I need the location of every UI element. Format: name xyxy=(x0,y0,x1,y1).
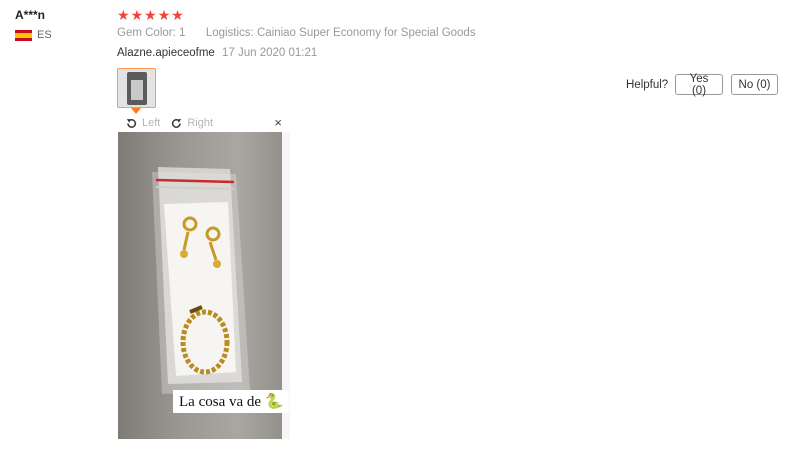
attr-value-gem-color: 1 xyxy=(179,27,186,39)
star-icon: ★ xyxy=(171,7,184,23)
photo-caption: La cosa va de 🐍 xyxy=(173,390,290,413)
reviewer-name: A***n xyxy=(15,8,46,22)
photo-viewer: Left Right × La cosa va de 🐍 xyxy=(117,115,292,441)
photo-viewer-toolbar: Left Right × xyxy=(117,115,292,131)
review-byline: Alazne.apieceofme 17 Jun 2020 01:21 xyxy=(117,47,317,59)
attr-label-gem-color: Gem Color: xyxy=(117,27,176,39)
rotate-right-button[interactable]: Right xyxy=(170,117,213,130)
rotate-left-button[interactable]: Left xyxy=(125,117,160,130)
close-viewer-button[interactable]: × xyxy=(274,116,282,130)
rotate-right-icon xyxy=(172,118,182,128)
helpful-label: Helpful? xyxy=(626,79,669,91)
review-photo: La cosa va de 🐍 xyxy=(118,132,290,439)
helpful-no-button[interactable]: No (0) xyxy=(731,74,778,95)
rotate-right-label: Right xyxy=(187,117,214,129)
star-rating: ★ ★ ★ ★ ★ xyxy=(117,7,184,23)
spain-flag-icon xyxy=(15,29,32,41)
reviewer-country: ES xyxy=(15,29,52,41)
star-icon: ★ xyxy=(144,7,157,23)
rotate-left-label: Left xyxy=(142,117,161,129)
thumbnail-pointer-icon xyxy=(131,108,141,114)
country-code: ES xyxy=(37,29,52,41)
review-date: 17 Jun 2020 01:21 xyxy=(222,47,318,59)
star-icon: ★ xyxy=(157,7,171,23)
review-attributes: Gem Color: 1 Logistics: Cainiao Super Ec… xyxy=(117,27,476,39)
rotate-left-icon xyxy=(126,118,137,128)
star-icon: ★ xyxy=(130,7,144,23)
attr-value-logistics: Cainiao Super Economy for Special Goods xyxy=(256,27,476,39)
review-author: Alazne.apieceofme xyxy=(117,47,215,59)
review-photo-thumbnail[interactable] xyxy=(117,68,156,108)
helpful-yes-button[interactable]: Yes (0) xyxy=(675,73,723,97)
attr-label-logistics: Logistics: xyxy=(205,27,254,39)
star-icon: ★ xyxy=(117,7,130,23)
